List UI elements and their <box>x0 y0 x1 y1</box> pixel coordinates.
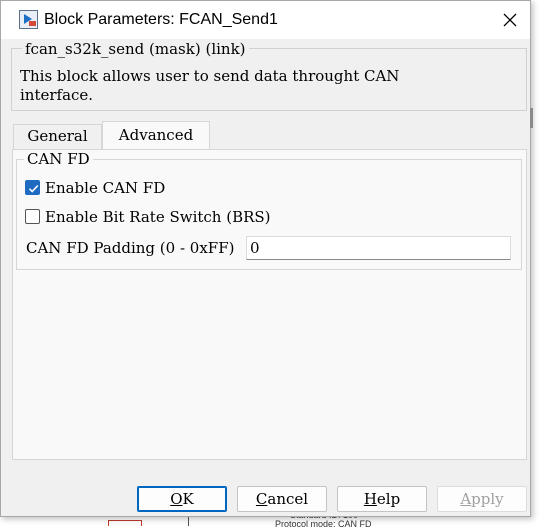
cancel-button[interactable]: Cancel <box>237 486 327 512</box>
can-fd-group-label: CAN FD <box>24 150 93 168</box>
checkbox-checked-icon <box>25 180 40 195</box>
title-bar: Block Parameters: FCAN_Send1 <box>1 1 530 39</box>
simulink-block-icon <box>19 10 38 29</box>
can-fd-padding-input[interactable]: 0 <box>246 236 511 260</box>
window-title: Block Parameters: FCAN_Send1 <box>44 11 278 28</box>
cancel-mnemonic: C <box>255 490 268 508</box>
apply-button[interactable]: Apply <box>437 486 527 512</box>
mask-header: fcan_s32k_send (mask) (link) <box>22 40 249 58</box>
close-button[interactable] <box>493 5 527 35</box>
apply-label: pply <box>471 490 504 508</box>
checkbox-unchecked-icon <box>25 209 40 224</box>
apply-mnemonic: A <box>460 490 472 508</box>
ok-button[interactable]: OK <box>137 486 227 512</box>
close-icon <box>503 13 517 27</box>
ok-label: K <box>182 490 194 508</box>
enable-can-fd-label: Enable CAN FD <box>45 179 166 197</box>
canvas-block-outline <box>108 520 142 526</box>
help-label: elp <box>376 490 401 508</box>
enable-brs-checkbox[interactable]: Enable Bit Rate Switch (BRS) <box>25 207 295 227</box>
block-description: This block allows user to send data thro… <box>20 67 400 104</box>
canvas-block-text-2: Protocol mode: CAN FD <box>275 519 372 529</box>
help-button[interactable]: Help <box>337 486 427 512</box>
ok-mnemonic: O <box>170 490 183 508</box>
enable-can-fd-checkbox[interactable]: Enable CAN FD <box>25 178 165 198</box>
enable-brs-label: Enable Bit Rate Switch (BRS) <box>45 208 271 226</box>
can-fd-padding-label: CAN FD Padding (0 - 0xFF) <box>26 239 235 257</box>
help-mnemonic: H <box>363 490 377 508</box>
cancel-label: ancel <box>267 490 309 508</box>
scrollbar-thumb[interactable] <box>530 108 533 128</box>
tab-advanced[interactable]: Advanced <box>102 121 210 150</box>
tab-general[interactable]: General <box>13 124 102 150</box>
